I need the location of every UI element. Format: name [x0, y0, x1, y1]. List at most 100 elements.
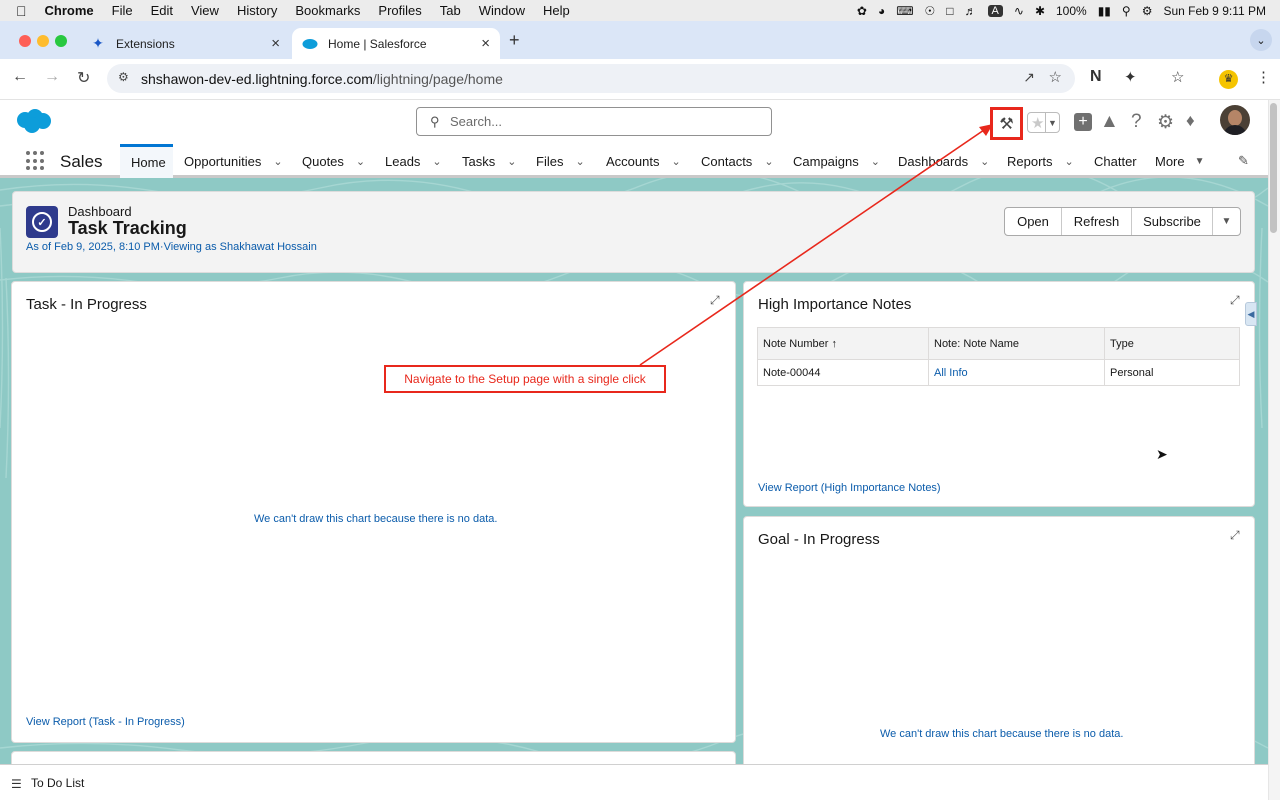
favorites-dropdown-icon[interactable]: ▼	[1045, 113, 1059, 132]
forward-icon[interactable]: →	[44, 68, 60, 86]
tab-salesforce-home[interactable]: Home | Salesforce ×	[292, 28, 500, 59]
open-in-app-icon[interactable]: ↗	[1023, 69, 1035, 86]
nav-tab-quotes[interactable]: Quotes ⌄	[302, 144, 365, 178]
column-header-note-name[interactable]: Note: Note Name	[928, 327, 1105, 360]
chevron-down-icon[interactable]: ⌄	[575, 155, 584, 168]
refresh-button[interactable]: Refresh	[1062, 208, 1132, 235]
zoom-window-button[interactable]	[55, 35, 67, 47]
compass-icon[interactable]: ◕	[878, 4, 885, 18]
address-bar[interactable]: ⚙ shshawon-dev-ed.lightning.force.com/li…	[107, 64, 1075, 93]
nav-tab-more[interactable]: More ▼	[1155, 144, 1205, 178]
nav-tab-contacts[interactable]: Contacts ⌄	[701, 144, 774, 178]
menu-window[interactable]: Window	[470, 3, 534, 18]
tab-extensions[interactable]: ✦ Extensions ×	[80, 28, 290, 59]
back-icon[interactable]: ←	[12, 68, 28, 86]
close-tab-icon[interactable]: ×	[271, 35, 280, 52]
close-tab-icon[interactable]: ×	[481, 35, 490, 52]
chevron-down-icon[interactable]: ⌄	[356, 155, 365, 168]
apple-icon[interactable]: 	[0, 3, 36, 19]
pin-icon[interactable]: ☉	[925, 4, 936, 18]
chevron-down-icon[interactable]: ⌄	[432, 155, 441, 168]
open-button[interactable]: Open	[1005, 208, 1062, 235]
chevron-down-icon[interactable]: ⌄	[871, 155, 880, 168]
battery-percent[interactable]: 100%	[1056, 4, 1087, 18]
spotlight-icon[interactable]: ⚲	[1122, 4, 1131, 18]
help-icon[interactable]: ?	[1131, 111, 1142, 133]
bluetooth-icon[interactable]: ✱	[1035, 4, 1045, 18]
input-source-icon[interactable]: A	[987, 4, 1003, 17]
nav-tab-campaigns[interactable]: Campaigns ⌄	[793, 144, 880, 178]
menu-edit[interactable]: Edit	[142, 3, 182, 18]
nav-tab-opportunities[interactable]: Opportunities ⌄	[184, 144, 283, 178]
expand-icon[interactable]: ⤢	[1230, 528, 1240, 543]
nav-tab-chatter[interactable]: Chatter	[1094, 144, 1137, 178]
salesforce-logo[interactable]	[14, 108, 52, 137]
reading-list-icon[interactable]: ☆	[1171, 68, 1184, 86]
chevron-down-icon[interactable]: ⌄	[507, 155, 516, 168]
scrollbar-thumb[interactable]	[1270, 103, 1277, 233]
reload-icon[interactable]: ↻	[77, 68, 90, 88]
volume-icon[interactable]: ♬	[965, 4, 977, 18]
bookmark-star-icon[interactable]: ☆	[1049, 68, 1062, 86]
nav-tab-reports[interactable]: Reports ⌄	[1007, 144, 1074, 178]
chevron-down-icon[interactable]: ⌄	[764, 155, 773, 168]
close-window-button[interactable]	[19, 35, 31, 47]
todo-list-label[interactable]: To Do List	[31, 776, 84, 790]
view-report-link[interactable]: View Report (Task - In Progress)	[26, 716, 185, 728]
minimize-window-button[interactable]	[37, 35, 49, 47]
menu-tab[interactable]: Tab	[431, 3, 470, 18]
global-search-input[interactable]: ⚲ Search...	[416, 107, 772, 136]
chevron-down-icon[interactable]: ⌄	[671, 155, 680, 168]
todo-list-icon[interactable]: ☰	[11, 777, 22, 791]
site-settings-icon[interactable]: ⚙	[118, 70, 129, 84]
clipboard-icon[interactable]: □	[946, 4, 953, 18]
nav-tab-files[interactable]: Files ⌄	[536, 144, 585, 178]
column-header-note-number[interactable]: Note Number ↑	[757, 327, 929, 360]
new-tab-button[interactable]: +	[509, 30, 520, 51]
chatgpt-icon[interactable]: ✿	[857, 4, 867, 18]
expand-icon[interactable]: ⤢	[1230, 293, 1240, 308]
nav-tab-tasks[interactable]: Tasks ⌄	[462, 144, 516, 178]
subscribe-button[interactable]: Subscribe	[1132, 208, 1213, 235]
menu-file[interactable]: File	[103, 3, 142, 18]
global-actions-plus-icon[interactable]: +	[1074, 113, 1092, 131]
extensions-puzzle-icon[interactable]: ✦	[1124, 68, 1137, 86]
tab-search-chevron-icon[interactable]: ⌄	[1250, 29, 1272, 51]
menu-help[interactable]: Help	[534, 3, 579, 18]
menu-app-name[interactable]: Chrome	[36, 3, 103, 18]
trailhead-guidance-icon[interactable]: ▲	[1100, 111, 1119, 133]
menu-profiles[interactable]: Profiles	[369, 3, 430, 18]
cell-note-name-link[interactable]: All Info	[928, 359, 1105, 386]
clock[interactable]: Sun Feb 9 9:11 PM	[1163, 4, 1266, 18]
favorite-star-icon[interactable]: ★	[1031, 114, 1044, 132]
notifications-bell-icon[interactable]: ♦	[1186, 111, 1195, 131]
dashboard-more-actions-icon[interactable]: ▼	[1213, 208, 1240, 235]
edit-nav-pencil-icon[interactable]: ✎	[1238, 153, 1249, 169]
nav-tab-home[interactable]: Home	[120, 144, 173, 178]
nav-tab-accounts[interactable]: Accounts ⌄	[606, 144, 681, 178]
wifi-icon[interactable]: ∿	[1014, 4, 1024, 18]
menu-view[interactable]: View	[182, 3, 228, 18]
favorites-button[interactable]: ★ ▼	[1027, 112, 1060, 133]
chevron-down-icon[interactable]: ⌄	[1065, 155, 1074, 168]
side-panel-toggle-icon[interactable]: ◀	[1245, 302, 1257, 326]
control-center-icon[interactable]: ⚙	[1142, 4, 1153, 18]
nav-tab-dashboards[interactable]: Dashboards ⌄	[898, 144, 989, 178]
profile-extension-icon[interactable]: ♛	[1219, 70, 1238, 89]
expand-icon[interactable]: ⤢	[710, 293, 720, 308]
column-header-type[interactable]: Type	[1104, 327, 1240, 360]
notion-extension-icon[interactable]: N	[1090, 68, 1102, 86]
user-avatar[interactable]	[1220, 105, 1250, 135]
setup-tools-button[interactable]: ⚒	[990, 107, 1023, 140]
chevron-down-icon[interactable]: ⌄	[273, 155, 282, 168]
chevron-down-icon[interactable]: ⌄	[980, 155, 989, 168]
app-launcher-icon[interactable]	[26, 151, 46, 171]
setup-gear-icon[interactable]: ⚙	[1157, 111, 1174, 134]
caret-down-icon[interactable]: ▼	[1195, 156, 1205, 167]
menu-bookmarks[interactable]: Bookmarks	[286, 3, 369, 18]
chrome-menu-icon[interactable]: ⋮	[1256, 68, 1271, 86]
view-report-link[interactable]: View Report (High Importance Notes)	[758, 482, 941, 494]
nav-tab-leads[interactable]: Leads ⌄	[385, 144, 442, 178]
keyboard-icon[interactable]: ⌨	[896, 4, 913, 18]
menu-history[interactable]: History	[228, 3, 286, 18]
